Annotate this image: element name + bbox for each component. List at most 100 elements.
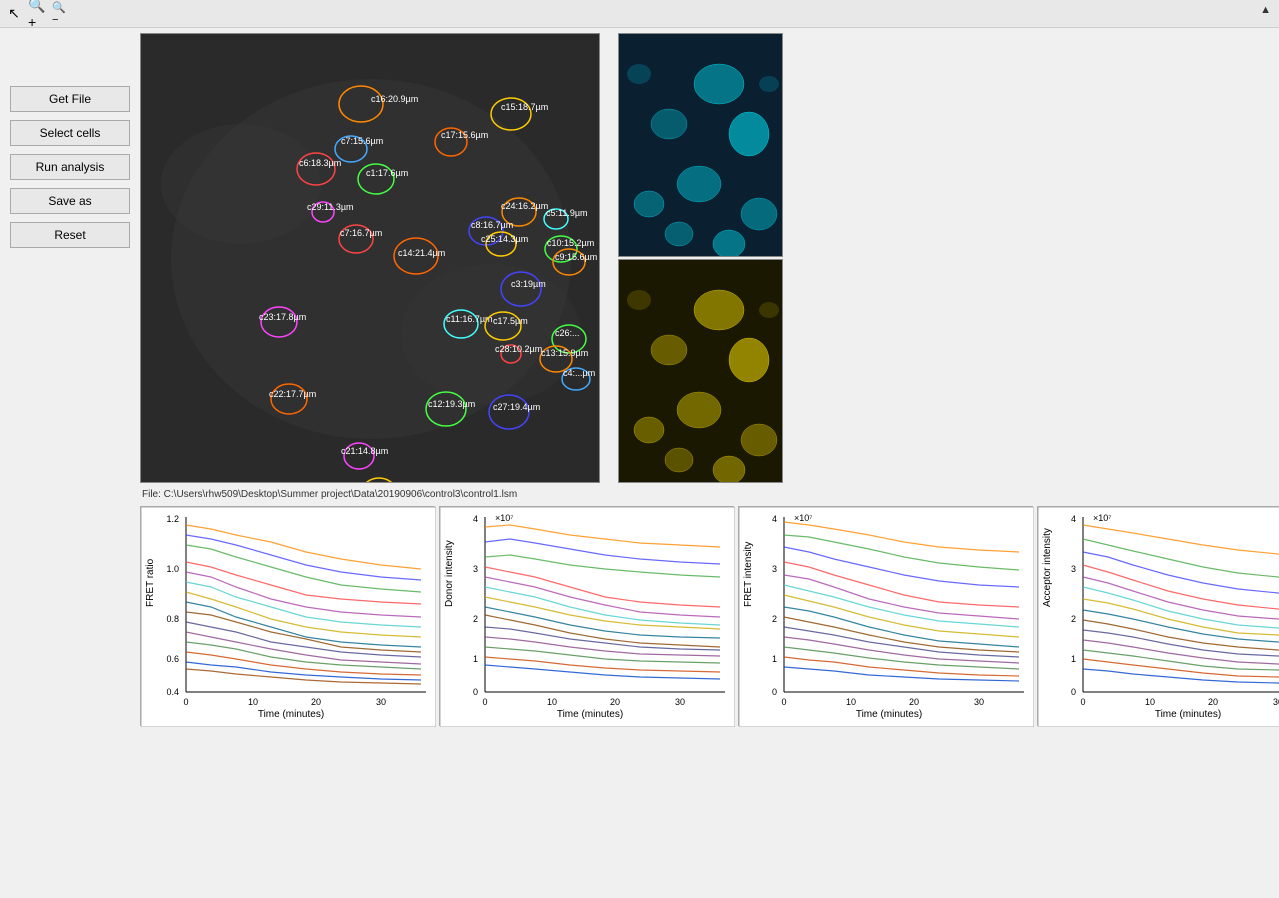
svg-text:c6:18.3µm: c6:18.3µm <box>299 158 341 168</box>
fluorescence-panel <box>610 33 783 485</box>
svg-text:c25:14.3µm: c25:14.3µm <box>481 234 528 244</box>
svg-text:c24:16.2µm: c24:16.2µm <box>501 201 548 211</box>
svg-text:c7:15.6µm: c7:15.6µm <box>341 136 383 146</box>
zoom-in-icon[interactable]: 🔍+ <box>28 4 48 24</box>
svg-text:10: 10 <box>547 697 557 707</box>
svg-text:30: 30 <box>974 697 984 707</box>
svg-text:c12:19.3µm: c12:19.3µm <box>428 399 475 409</box>
svg-text:Donor intensity: Donor intensity <box>444 540 455 607</box>
svg-text:c21:14.8µm: c21:14.8µm <box>341 446 388 456</box>
svg-text:×10⁷: ×10⁷ <box>794 513 813 523</box>
svg-text:2: 2 <box>1071 614 1076 624</box>
svg-text:c16:20.9µm: c16:20.9µm <box>371 94 418 104</box>
svg-text:20: 20 <box>311 697 321 707</box>
svg-text:c23:17.8µm: c23:17.8µm <box>259 312 306 322</box>
svg-text:4: 4 <box>1071 514 1076 524</box>
svg-text:c17.5µm: c17.5µm <box>493 316 528 326</box>
svg-text:c14:21.4µm: c14:21.4µm <box>398 248 445 258</box>
svg-text:c10:15.2µm: c10:15.2µm <box>547 238 594 248</box>
svg-text:c20:16.5µm: c20:16.5µm <box>361 482 408 483</box>
svg-text:c27:19.4µm: c27:19.4µm <box>493 402 540 412</box>
svg-text:30: 30 <box>1273 697 1279 707</box>
svg-text:1.0: 1.0 <box>166 564 179 574</box>
get-file-button[interactable]: Get File <box>10 86 130 112</box>
svg-text:20: 20 <box>909 697 919 707</box>
acceptor-intensity-chart: Acceptor intensity Time (minutes) ×10⁷ 4… <box>1037 506 1279 726</box>
svg-text:c3:19µm: c3:19µm <box>511 279 546 289</box>
svg-text:4: 4 <box>473 514 478 524</box>
svg-text:30: 30 <box>376 697 386 707</box>
acceptor-svg: Acceptor intensity Time (minutes) ×10⁷ 4… <box>1038 507 1279 727</box>
svg-text:1: 1 <box>772 654 777 664</box>
svg-text:0: 0 <box>781 697 786 707</box>
cyan-channel-image <box>618 33 783 257</box>
svg-text:20: 20 <box>1208 697 1218 707</box>
svg-text:c5:11.9µm: c5:11.9µm <box>546 208 588 218</box>
svg-text:c4:...µm: c4:...µm <box>563 368 595 378</box>
svg-text:1: 1 <box>473 654 478 664</box>
fret-ratio-svg: FRET ratio Time (minutes) 1.2 1.0 0.8 0.… <box>141 507 436 727</box>
svg-text:10: 10 <box>846 697 856 707</box>
reset-button[interactable]: Reset <box>10 222 130 248</box>
run-analysis-button[interactable]: Run analysis <box>10 154 130 180</box>
svg-text:3: 3 <box>1071 564 1076 574</box>
svg-text:3: 3 <box>772 564 777 574</box>
svg-text:c22:17.7µm: c22:17.7µm <box>269 389 316 399</box>
svg-text:c13:15.9µm: c13:15.9µm <box>541 348 588 358</box>
svg-text:Time (minutes): Time (minutes) <box>258 709 324 720</box>
left-panel: Get File Select cells Run analysis Save … <box>0 28 140 898</box>
file-path: File: C:\Users\rhw509\Desktop\Summer pro… <box>140 489 1279 500</box>
svg-text:FRET intensity: FRET intensity <box>743 542 754 607</box>
center-area: c16:20.9µm c15:18.7µm c17:15.6µm c7:15.6… <box>140 28 1279 898</box>
svg-text:Time (minutes): Time (minutes) <box>1155 709 1221 720</box>
svg-text:c8:16.7µm: c8:16.7µm <box>471 220 513 230</box>
svg-text:2: 2 <box>473 614 478 624</box>
svg-text:0.4: 0.4 <box>166 687 179 697</box>
svg-text:30: 30 <box>675 697 685 707</box>
svg-text:c15:18.7µm: c15:18.7µm <box>501 102 548 112</box>
svg-text:0: 0 <box>473 687 478 697</box>
donor-intensity-chart: Donor intensity Time (minutes) ×10⁷ 4 3 … <box>439 506 734 726</box>
svg-text:10: 10 <box>1145 697 1155 707</box>
svg-text:×10⁷: ×10⁷ <box>1093 513 1112 523</box>
svg-text:c28:10.2µm: c28:10.2µm <box>495 344 542 354</box>
toolbar: ↖ 🔍+ 🔍− ▲ <box>0 0 1279 28</box>
svg-text:Time (minutes): Time (minutes) <box>557 709 623 720</box>
svg-text:0: 0 <box>1071 687 1076 697</box>
svg-text:FRET ratio: FRET ratio <box>145 558 156 607</box>
microscope-image: c16:20.9µm c15:18.7µm c17:15.6µm c7:15.6… <box>140 33 600 483</box>
yellow-svg <box>619 260 783 483</box>
cell-overlay-svg: c16:20.9µm c15:18.7µm c17:15.6µm c7:15.6… <box>141 34 600 483</box>
arrow-icon[interactable]: ↖ <box>4 4 24 24</box>
svg-text:0: 0 <box>772 687 777 697</box>
fret-ratio-chart: FRET ratio Time (minutes) 1.2 1.0 0.8 0.… <box>140 506 435 726</box>
svg-text:1: 1 <box>1071 654 1076 664</box>
main-content: Get File Select cells Run analysis Save … <box>0 28 1279 898</box>
svg-text:c26:...: c26:... <box>555 328 580 338</box>
yellow-channel-image <box>618 259 783 483</box>
select-cells-button[interactable]: Select cells <box>10 120 130 146</box>
bottom-charts: FRET ratio Time (minutes) 1.2 1.0 0.8 0.… <box>140 506 1279 726</box>
svg-text:Time (minutes): Time (minutes) <box>856 709 922 720</box>
bottom-charts-area: FRET ratio Time (minutes) 1.2 1.0 0.8 0.… <box>140 506 1279 726</box>
svg-text:×10⁷: ×10⁷ <box>495 513 514 523</box>
svg-text:0.6: 0.6 <box>166 654 179 664</box>
cyan-svg <box>619 34 783 257</box>
svg-text:0: 0 <box>482 697 487 707</box>
fret-intensity-chart: FRET intensity Time (minutes) ×10⁷ 4 3 2… <box>738 506 1033 726</box>
svg-text:0: 0 <box>183 697 188 707</box>
images-row: c16:20.9µm c15:18.7µm c17:15.6µm c7:15.6… <box>140 33 1279 485</box>
zoom-out-icon[interactable]: 🔍− <box>52 4 72 24</box>
svg-text:c17:15.6µm: c17:15.6µm <box>441 130 488 140</box>
fluorescence-images <box>618 33 783 483</box>
svg-text:4: 4 <box>772 514 777 524</box>
svg-text:c1:17.6µm: c1:17.6µm <box>366 168 408 178</box>
save-as-button[interactable]: Save as <box>10 188 130 214</box>
svg-text:c7:16.7µm: c7:16.7µm <box>340 228 382 238</box>
fret-intensity-svg: FRET intensity Time (minutes) ×10⁷ 4 3 2… <box>739 507 1034 727</box>
svg-text:0.8: 0.8 <box>166 614 179 624</box>
svg-text:Acceptor intensity: Acceptor intensity <box>1042 528 1053 607</box>
window-controls: ▲ <box>1260 4 1271 16</box>
svg-text:c29:11.3µm: c29:11.3µm <box>307 202 354 212</box>
svg-text:1.2: 1.2 <box>166 514 179 524</box>
